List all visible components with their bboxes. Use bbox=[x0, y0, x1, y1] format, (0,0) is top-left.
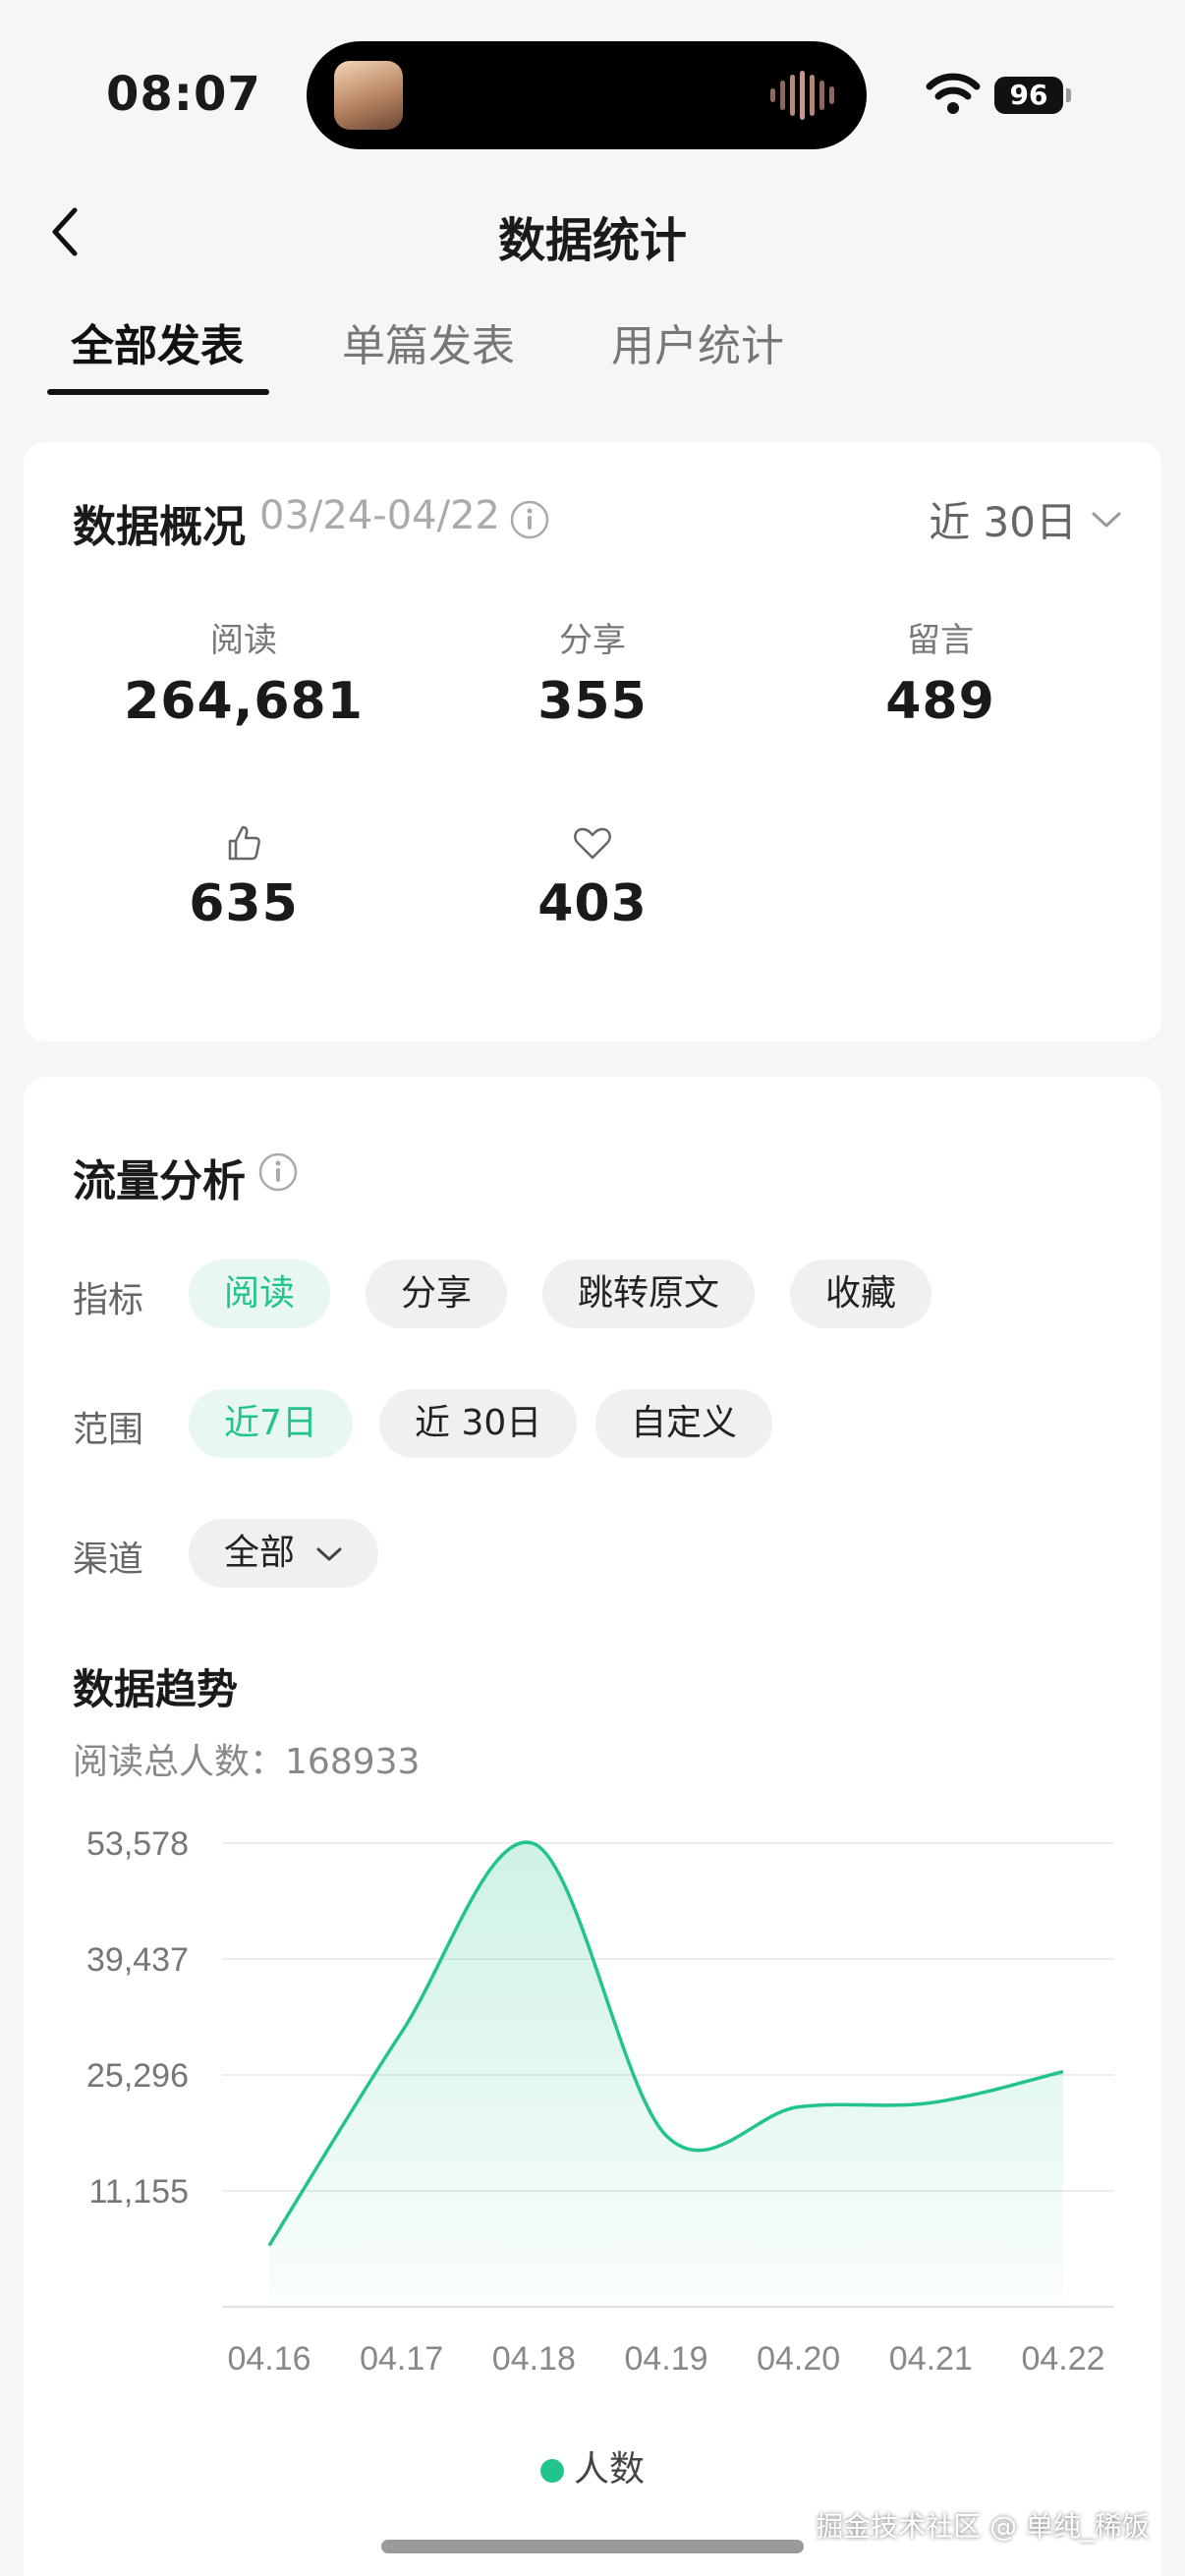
chevron-down-icon bbox=[1092, 512, 1121, 527]
metric-read-value: 264,681 bbox=[124, 672, 364, 731]
y-tick-label: 25,296 bbox=[86, 2057, 189, 2095]
legend-dot bbox=[539, 2459, 564, 2483]
tab-all-posts[interactable]: 全部发表 bbox=[71, 310, 244, 373]
dynamic-island[interactable] bbox=[307, 41, 867, 149]
x-tick-label: 04.18 bbox=[492, 2340, 576, 2378]
period-select-label: 近 30日 bbox=[929, 498, 1077, 546]
period-select[interactable]: 近 30日 bbox=[929, 489, 1122, 549]
x-tick-label: 04.21 bbox=[889, 2340, 973, 2378]
watermark: 掘金技术社区 @ 单纯_稀饭 bbox=[816, 2510, 1150, 2543]
now-playing-artwork bbox=[334, 61, 403, 130]
status-time: 08:07 bbox=[106, 67, 261, 122]
status-bar: 08:07 96 bbox=[0, 0, 1185, 177]
metric-read: 阅读 264,681 bbox=[96, 619, 391, 731]
y-tick-label: 11,155 bbox=[89, 2173, 189, 2211]
info-icon[interactable] bbox=[509, 499, 550, 540]
y-tick-label: 39,437 bbox=[86, 1941, 189, 1979]
home-indicator[interactable] bbox=[381, 2540, 804, 2553]
metric-favorite: 403 bbox=[445, 821, 740, 933]
tab-active-indicator bbox=[47, 389, 269, 395]
metric-like-value: 635 bbox=[189, 874, 299, 933]
overview-title: 数据概况 bbox=[73, 502, 246, 552]
metric-share-value: 355 bbox=[537, 672, 648, 731]
metric-read-label: 阅读 bbox=[210, 621, 277, 660]
page-title: 数据统计 bbox=[497, 213, 687, 268]
tab-user-stats[interactable]: 用户统计 bbox=[611, 310, 784, 373]
trend-chart: 53,578 39,437 25,296 11,155 04.16 04.17 04.18 0… bbox=[86, 1825, 1114, 2378]
y-tick-label: 53,578 bbox=[86, 1825, 189, 1863]
overview-card: 数据概况 03/24-04/22 近 30日 阅读 264,681 分享 355… bbox=[24, 442, 1161, 1041]
overview-date-range: 03/24-04/22 bbox=[259, 493, 500, 538]
x-tick-label: 04.19 bbox=[624, 2340, 707, 2378]
metric-favorite-value: 403 bbox=[537, 874, 648, 933]
metric-share-label: 分享 bbox=[559, 621, 626, 660]
metric-comment-value: 489 bbox=[885, 672, 995, 731]
x-tick-label: 04.16 bbox=[227, 2340, 310, 2378]
legend-label: 人数 bbox=[573, 2449, 645, 2490]
thumbs-up-icon bbox=[228, 825, 260, 861]
chart-legend: 人数 bbox=[24, 2440, 1161, 2492]
heart-icon bbox=[574, 827, 611, 860]
x-tick-label: 04.17 bbox=[360, 2340, 443, 2378]
metric-comment: 留言 489 bbox=[793, 619, 1088, 731]
tab-single-post[interactable]: 单篇发表 bbox=[342, 310, 515, 373]
audio-wave-icon bbox=[770, 71, 834, 120]
x-tick-label: 04.22 bbox=[1021, 2340, 1104, 2378]
x-tick-label: 04.20 bbox=[757, 2340, 840, 2378]
traffic-card: 流量分析 指标 阅读 分享 跳转原文 收藏 范围 近7日 近 30日 自定义 渠… bbox=[24, 1077, 1161, 2576]
battery-cap bbox=[1066, 88, 1071, 102]
battery-indicator: 96 bbox=[994, 77, 1063, 114]
metric-share: 分享 355 bbox=[445, 619, 740, 731]
wifi-icon bbox=[926, 73, 981, 114]
metric-like: 635 bbox=[96, 821, 391, 933]
metric-comment-label: 留言 bbox=[907, 621, 974, 660]
